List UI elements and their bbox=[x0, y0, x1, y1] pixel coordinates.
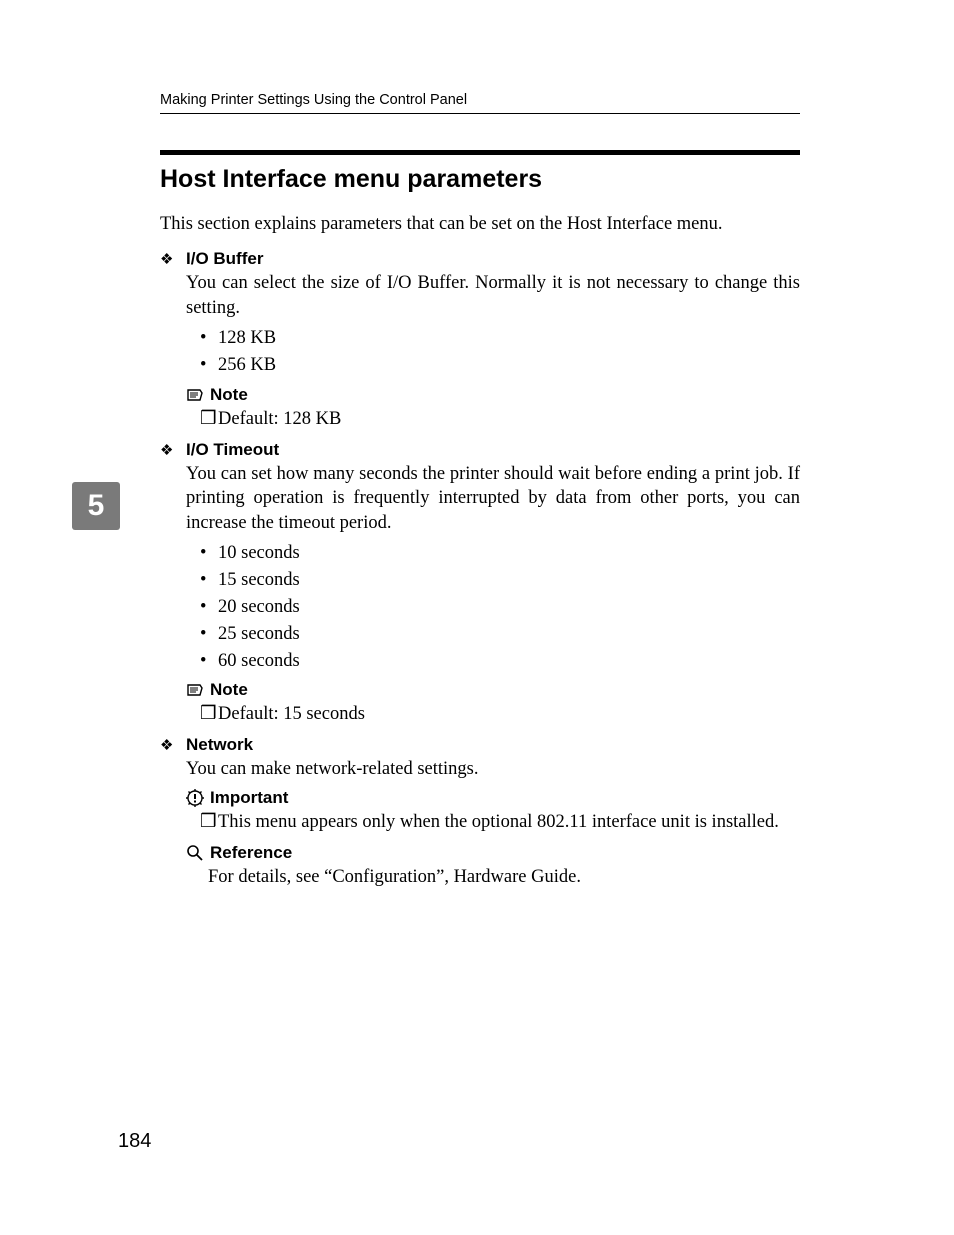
chapter-number: 5 bbox=[88, 489, 105, 523]
note-label: Note bbox=[210, 385, 248, 405]
diamond-bullet-icon: ❖ bbox=[160, 444, 178, 459]
list-item: 10 seconds bbox=[200, 540, 800, 567]
note-icon bbox=[186, 387, 204, 403]
section-rule bbox=[160, 150, 800, 155]
param-io-buffer: ❖ I/O Buffer You can select the size of … bbox=[160, 249, 800, 432]
param-description: You can set how many seconds the printer… bbox=[186, 462, 800, 537]
list-item: 15 seconds bbox=[200, 567, 800, 594]
list-item: 25 seconds bbox=[200, 621, 800, 648]
important-body: ❒This menu appears only when the optiona… bbox=[200, 810, 800, 835]
page-number: 184 bbox=[118, 1130, 151, 1153]
running-head: Making Printer Settings Using the Contro… bbox=[160, 92, 800, 114]
param-title: I/O Buffer bbox=[186, 249, 263, 269]
note-text: Default: 128 KB bbox=[218, 409, 341, 429]
main-content: Host Interface menu parameters This sect… bbox=[160, 150, 800, 898]
note-body: ❒Default: 15 seconds bbox=[200, 702, 800, 727]
note-text: Default: 15 seconds bbox=[218, 704, 365, 724]
list-item: 128 KB bbox=[200, 325, 800, 352]
list-item: 20 seconds bbox=[200, 594, 800, 621]
param-description: You can select the size of I/O Buffer. N… bbox=[186, 271, 800, 321]
section-intro: This section explains parameters that ca… bbox=[160, 212, 800, 237]
note-body: ❒Default: 128 KB bbox=[200, 407, 800, 432]
option-list: 10 seconds 15 seconds 20 seconds 25 seco… bbox=[200, 540, 800, 674]
diamond-bullet-icon: ❖ bbox=[160, 253, 178, 268]
param-title: I/O Timeout bbox=[186, 440, 279, 460]
chapter-tab: 5 bbox=[72, 482, 120, 530]
reference-icon bbox=[186, 844, 204, 862]
important-text: This menu appears only when the optional… bbox=[218, 812, 779, 832]
list-item: 60 seconds bbox=[200, 648, 800, 675]
note-label: Note bbox=[210, 680, 248, 700]
important-icon bbox=[186, 789, 204, 807]
note-icon bbox=[186, 682, 204, 698]
reference-text: For details, see “Configuration”, Hardwa… bbox=[208, 865, 800, 890]
list-item: 256 KB bbox=[200, 352, 800, 379]
option-list: 128 KB 256 KB bbox=[200, 325, 800, 379]
param-description: You can make network-related settings. bbox=[186, 757, 800, 782]
diamond-bullet-icon: ❖ bbox=[160, 739, 178, 754]
page-header: Making Printer Settings Using the Contro… bbox=[160, 92, 800, 114]
important-label: Important bbox=[210, 788, 288, 808]
param-io-timeout: ❖ I/O Timeout You can set how many secon… bbox=[160, 440, 800, 728]
section-title: Host Interface menu parameters bbox=[160, 165, 800, 194]
reference-label: Reference bbox=[210, 843, 292, 863]
param-network: ❖ Network You can make network-related s… bbox=[160, 735, 800, 890]
param-title: Network bbox=[186, 735, 253, 755]
